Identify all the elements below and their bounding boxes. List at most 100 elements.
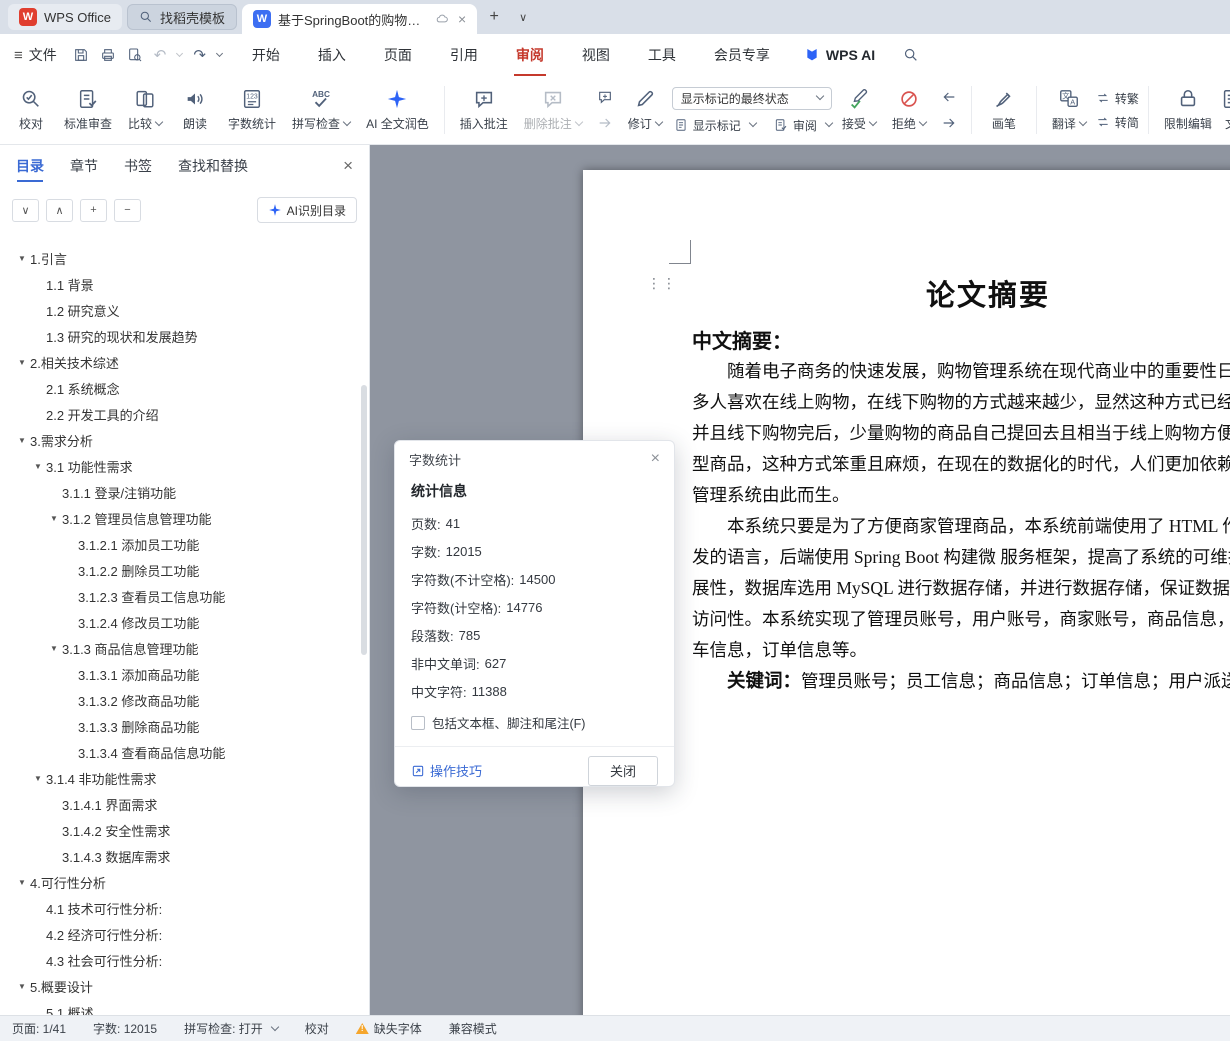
ribbon-tab[interactable]: 开始 [250,34,282,76]
previous-comment-icon[interactable] [597,89,613,105]
proofread-button[interactable]: 校对 [8,80,54,140]
toc-item[interactable]: 3.1.3 商品信息管理功能 [0,635,359,661]
toc-item[interactable]: 4.1 技术可行性分析: [0,895,359,921]
tab-wps-office[interactable]: W WPS Office [8,4,122,30]
collapse-level-button[interactable]: − [114,198,141,222]
toc-item[interactable]: 1.引言 [0,245,359,271]
toc-item[interactable]: 1.3 研究的现状和发展趋势 [0,323,359,349]
ribbon-tab[interactable]: 审阅 [513,34,546,76]
delete-comment-button[interactable]: 删除批注 [518,80,588,140]
toc-item[interactable]: 3.1.2.4 修改员工功能 [0,609,359,635]
spell-check-button[interactable]: 拼写检查 [286,80,356,140]
markup-state-select[interactable]: 显示标记的最终状态 [671,86,832,110]
file-menu-button[interactable]: ≡ 文件 [14,45,57,65]
close-tab-icon[interactable]: × [458,11,466,27]
toc-expand-icon[interactable] [14,254,30,263]
search-icon[interactable] [903,47,919,63]
ribbon-tab[interactable]: 会员专享 [712,34,772,76]
toc-item[interactable]: 3.1.4.1 界面需求 [0,791,359,817]
toc-expand-icon[interactable] [46,514,62,523]
save-icon[interactable] [73,47,89,63]
close-sidebar-icon[interactable]: × [343,156,353,176]
toc-item[interactable]: 3.1.3.2 修改商品功能 [0,687,359,713]
toc-item[interactable]: 4.2 经济可行性分析: [0,921,359,947]
word-count-button[interactable]: 字数统计 [222,80,282,140]
to-traditional-button[interactable]: 转繁 [1096,90,1139,107]
accept-button[interactable]: 接受 [836,80,882,140]
toc-item[interactable]: 4.可行性分析 [0,869,359,895]
toc-expand-icon[interactable] [14,436,30,445]
translate-button[interactable]: 翻译 [1046,80,1092,140]
toc-expand-icon[interactable] [14,358,30,367]
dialog-title-bar[interactable]: 字数统计 × [395,441,674,477]
close-dialog-button[interactable]: 关闭 [588,755,658,786]
review-pane-button[interactable]: 审阅 [774,117,834,134]
toc-item[interactable]: 4.3 社会可行性分析: [0,947,359,973]
toc-item[interactable]: 3.1 功能性需求 [0,453,359,479]
next-change-icon[interactable] [941,115,957,131]
ribbon-tab[interactable]: 引用 [448,34,480,76]
scrollbar-thumb[interactable] [361,385,367,655]
toc-item[interactable]: 3.1.2.2 删除员工功能 [0,557,359,583]
toc-item[interactable]: 1.2 研究意义 [0,297,359,323]
toc-item[interactable]: 2.2 开发工具的介绍 [0,401,359,427]
compare-button[interactable]: 比较 [122,80,168,140]
ribbon-tab[interactable]: 视图 [580,34,612,76]
print-preview-icon[interactable] [127,47,143,63]
include-textbox-checkbox-row[interactable]: 包括文本框、脚注和尾注(F) [411,713,658,732]
toc-item[interactable]: 3.1.4.2 安全性需求 [0,817,359,843]
toc-expand-icon[interactable] [14,878,30,887]
ribbon-tab[interactable]: 工具 [646,34,678,76]
track-changes-button[interactable]: 修订 [622,80,668,140]
read-aloud-button[interactable]: 朗读 [172,80,218,140]
standard-review-button[interactable]: 标准审查 [58,80,118,140]
expand-level-button[interactable]: + [80,198,107,222]
toc-item[interactable]: 3.1.3.3 删除商品功能 [0,713,359,739]
sidebar-tab[interactable]: 查找和替换 [178,145,248,187]
toc-item[interactable]: 2.1 系统概念 [0,375,359,401]
clipped-ribbon-button[interactable]: 文 [1208,80,1230,140]
toc-expand-icon[interactable] [30,774,46,783]
compatibility-mode-indicator[interactable]: 兼容模式 [449,1020,497,1037]
ribbon-tab[interactable]: 页面 [382,34,414,76]
document-page[interactable]: ⋮⋮ 论文摘要 中文摘要： 随着电子商务的快速发展，购物管理系统在现代商业中的重… [583,170,1230,1015]
toc-expand-icon[interactable] [30,462,46,471]
ai-recognize-toc-button[interactable]: AI识别目录 [256,197,357,223]
pen-button[interactable]: 画笔 [981,80,1027,140]
previous-change-icon[interactable] [941,89,957,105]
expand-all-button[interactable]: ∧ [46,198,73,222]
undo-chevron-icon[interactable] [176,49,184,57]
tab-list-chevron-icon[interactable]: ∨ [511,5,535,29]
print-icon[interactable] [100,47,116,63]
toc-expand-icon[interactable] [46,644,62,653]
toc-item[interactable]: 3.1.4.3 数据库需求 [0,843,359,869]
sidebar-tab[interactable]: 书签 [124,145,152,187]
collapse-all-button[interactable]: ∨ [12,198,39,222]
checkbox[interactable] [411,715,425,730]
to-simplified-button[interactable]: 转简 [1096,114,1139,131]
tab-template-search[interactable]: 找稻壳模板 [126,4,237,30]
toc-item[interactable]: 2.相关技术综述 [0,349,359,375]
show-markup-button[interactable]: 显示标记 [674,117,758,134]
toc-item[interactable]: 1.1 背景 [0,271,359,297]
close-dialog-icon[interactable]: × [651,450,660,468]
proofread-indicator[interactable]: 校对 [305,1020,329,1037]
insert-comment-button[interactable]: 插入批注 [454,80,514,140]
toc-item[interactable]: 3.1.2.1 添加员工功能 [0,531,359,557]
sidebar-tab[interactable]: 章节 [70,145,98,187]
toc-item[interactable]: 3.1.1 登录/注销功能 [0,479,359,505]
word-count-indicator[interactable]: 字数: 12015 [93,1020,157,1037]
wps-ai-button[interactable]: WPS AI [804,47,875,63]
page-indicator[interactable]: 页面: 1/41 [12,1020,66,1037]
ai-polish-button[interactable]: AI 全文润色 [360,80,435,140]
toc-item[interactable]: 3.1.2 管理员信息管理功能 [0,505,359,531]
toc-expand-icon[interactable] [14,982,30,991]
toc-item[interactable]: 3.1.3.1 添加商品功能 [0,661,359,687]
redo-icon[interactable]: ↷ [193,48,206,63]
missing-font-indicator[interactable]: ! 缺失字体 [355,1020,422,1037]
sidebar-scrollbar[interactable] [361,245,367,1009]
toc-item[interactable]: 3.1.2.3 查看员工信息功能 [0,583,359,609]
toc-item[interactable]: 5.概要设计 [0,973,359,999]
toc-item[interactable]: 3.1.3.4 查看商品信息功能 [0,739,359,765]
new-tab-button[interactable]: + [482,5,506,29]
